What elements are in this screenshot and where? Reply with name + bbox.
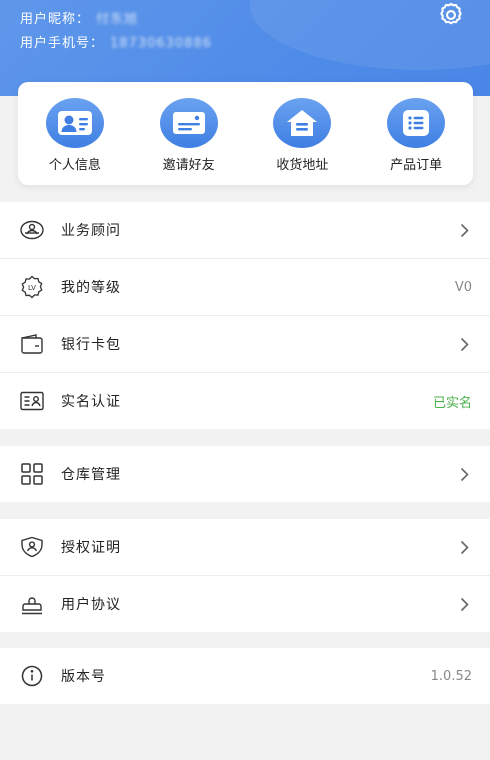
menu-label: 授权证明 <box>61 540 121 556</box>
quick-actions-card: 个人信息 邀请好友 收货地址 产品订单 <box>18 82 473 185</box>
menu-label: 版本号 <box>61 669 106 685</box>
version-value: 1.0.52 <box>430 668 472 684</box>
menu-item-bank-cards[interactable]: 银行卡包 <box>0 316 490 373</box>
profile-page: 用户昵称： 付东旭 用户手机号： 18730630886 个人信息 邀请好友 收… <box>0 0 490 760</box>
quick-personal-info[interactable]: 个人信息 <box>25 98 125 173</box>
nickname-line: 用户昵称： 付东旭 <box>20 8 138 27</box>
svg-text:LV: LV <box>28 284 36 292</box>
level-value: V0 <box>454 279 472 295</box>
menu-label: 用户协议 <box>61 597 121 613</box>
nickname-value: 付东旭 <box>96 12 139 27</box>
quick-product-orders[interactable]: 产品订单 <box>366 98 466 173</box>
verified-status: 已实名 <box>432 395 472 411</box>
phone-value: 18730630886 <box>110 36 212 51</box>
quick-label: 收货地址 <box>276 158 329 173</box>
menu-item-authorization[interactable]: 授权证明 <box>0 519 490 576</box>
menu-group-legal: 授权证明 用户协议 <box>0 519 490 632</box>
quick-invite-friends[interactable]: 邀请好友 <box>139 98 239 173</box>
stamp-icon <box>19 591 45 617</box>
menu-label: 仓库管理 <box>61 467 121 483</box>
quick-shipping-address[interactable]: 收货地址 <box>252 98 352 173</box>
house-icon <box>287 110 318 136</box>
wallet-icon <box>19 331 45 357</box>
nickname-label: 用户昵称： <box>20 12 91 27</box>
menu-group-account: 业务顾问 LV 我的等级 V0 银行卡包 实名认证 已实名 <box>0 202 490 429</box>
quick-label: 邀请好友 <box>162 158 215 173</box>
info-icon <box>19 663 45 689</box>
advisor-icon <box>19 217 45 243</box>
list-icon <box>403 110 430 136</box>
menu-label: 实名认证 <box>61 394 121 410</box>
quick-icon-bg <box>273 98 332 148</box>
menu-item-agreement[interactable]: 用户协议 <box>0 576 490 632</box>
grid-icon <box>19 461 45 487</box>
menu-item-level[interactable]: LV 我的等级 V0 <box>0 259 490 316</box>
id-card-outline-icon <box>19 388 45 414</box>
id-card-icon <box>57 111 92 135</box>
chevron-right-icon <box>458 539 470 555</box>
quick-label: 个人信息 <box>48 158 101 173</box>
menu-item-version: 版本号 1.0.52 <box>0 648 490 704</box>
chevron-right-icon <box>458 336 470 352</box>
level-badge-icon: LV <box>19 274 45 300</box>
menu-item-warehouse[interactable]: 仓库管理 <box>0 446 490 502</box>
menu-group-about: 版本号 1.0.52 <box>0 648 490 704</box>
menu-label: 我的等级 <box>61 280 121 296</box>
menu-item-advisor[interactable]: 业务顾问 <box>0 202 490 259</box>
quick-icon-bg <box>159 98 218 148</box>
chevron-right-icon <box>458 466 470 482</box>
chevron-right-icon <box>458 596 470 612</box>
quick-label: 产品订单 <box>390 158 443 173</box>
chevron-right-icon <box>458 222 470 238</box>
menu-group-warehouse: 仓库管理 <box>0 446 490 502</box>
phone-label: 用户手机号： <box>20 36 105 51</box>
menu-label: 银行卡包 <box>61 337 121 353</box>
quick-icon-bg <box>387 98 446 148</box>
menu-label: 业务顾问 <box>61 223 121 239</box>
card-icon <box>172 112 205 134</box>
quick-icon-bg <box>45 98 104 148</box>
settings-button[interactable] <box>434 0 468 30</box>
shield-user-icon <box>19 534 45 560</box>
phone-line: 用户手机号： 18730630886 <box>20 32 212 51</box>
menu-item-realname[interactable]: 实名认证 已实名 <box>0 373 490 429</box>
gear-icon <box>440 2 462 25</box>
